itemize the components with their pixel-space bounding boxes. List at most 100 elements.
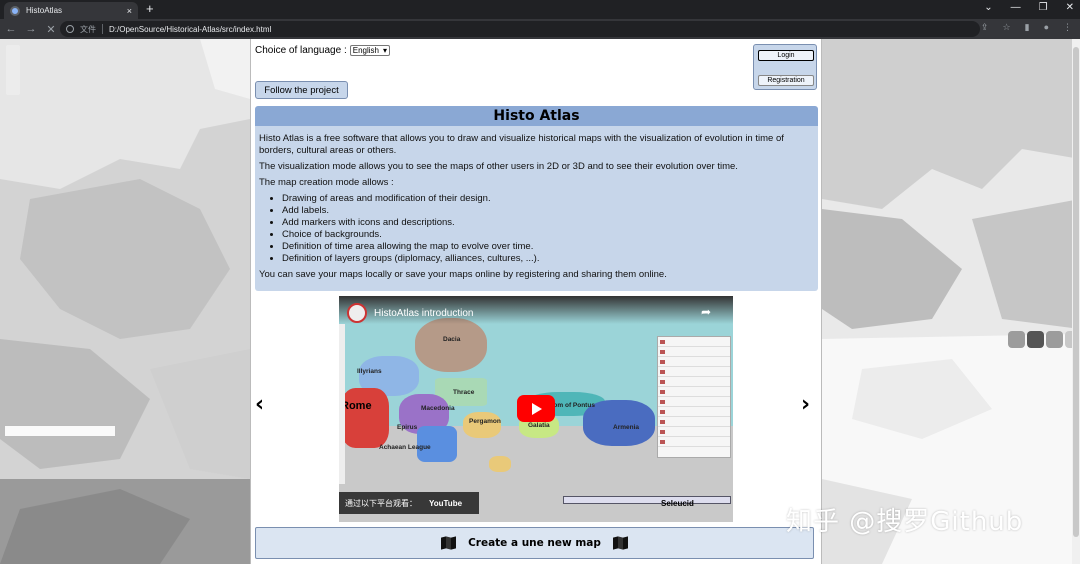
share-icon[interactable]: ➦ [701, 305, 711, 319]
toolbar-actions: ⇪ ☆ ▮ ● ⋮ [981, 22, 1072, 33]
back-arrow-icon[interactable]: ← [2, 23, 20, 35]
youtube-logo: YouTube [429, 498, 463, 508]
carousel-prev-arrow[interactable]: ‹ [255, 392, 264, 417]
layer-row [658, 337, 730, 347]
layer-row [658, 387, 730, 397]
url-text[interactable]: D:/OpenSource/Historical-Atlas/src/index… [109, 25, 271, 34]
watch-on-youtube-bar[interactable]: 通过以下平台观看： YouTube [339, 492, 479, 514]
feature-item: Choice of backgrounds. [282, 229, 814, 241]
chevron-down-icon: ▾ [382, 46, 387, 55]
page-title: Histo Atlas [493, 108, 580, 124]
layer-switcher [1008, 331, 1080, 348]
follow-project-button[interactable]: Follow the project [255, 81, 348, 99]
divider [102, 24, 103, 34]
play-button[interactable] [517, 395, 555, 422]
video-title[interactable]: HistoAtlas introduction [374, 308, 474, 319]
layer-button[interactable] [1027, 331, 1044, 348]
close-icon[interactable]: × [127, 6, 132, 16]
map-search-box[interactable] [4, 425, 116, 437]
browser-tabbar: HistoAtlas × + ⌄ — ❐ ✕ [0, 0, 1080, 19]
region-label: Macedonia [421, 405, 455, 412]
map-icon [612, 536, 628, 550]
save-note-text: You can save your maps locally or save y… [259, 269, 667, 280]
region-label: Armenia [613, 424, 640, 431]
region-label: Achaean League [379, 444, 431, 451]
region-label: Dacia [443, 336, 461, 343]
language-label: Choice of language : [255, 45, 347, 56]
layer-row [658, 407, 730, 417]
layer-row [658, 397, 730, 407]
address-bar[interactable]: 文件 D:/OpenSource/Historical-Atlas/src/in… [60, 21, 980, 37]
layer-row [658, 367, 730, 377]
layer-row [658, 427, 730, 437]
layer-row [658, 417, 730, 427]
map-terrain-right [822, 39, 1080, 564]
carousel-next-arrow[interactable]: › [801, 392, 810, 417]
intro-text: Histo Atlas is a free software that allo… [259, 133, 784, 156]
region-label: Galatia [528, 422, 550, 429]
tab-title: HistoAtlas [26, 6, 63, 15]
region-pergamon [463, 412, 501, 438]
scheme-label: 文件 [80, 24, 96, 34]
minimize-icon[interactable]: — [1011, 2, 1021, 13]
video-map-timeline [563, 496, 731, 504]
feature-item: Drawing of areas and modification of the… [282, 193, 814, 205]
channel-avatar[interactable] [347, 303, 367, 323]
menu-icon[interactable]: ⋮ [1063, 22, 1072, 33]
registration-button[interactable]: Registration [758, 75, 814, 86]
language-selected: English [352, 46, 379, 55]
feature-item: Definition of time area allowing the map… [282, 241, 814, 253]
feature-item: Add markers with icons and descriptions. [282, 217, 814, 229]
home-panel: Choice of language : English ▾ Follow th… [250, 39, 822, 564]
window-controls: ⌄ — ❐ ✕ [984, 2, 1074, 13]
watch-on-label: 通过以下平台观看： [345, 498, 417, 508]
side-panel-icon[interactable]: ▮ [1025, 22, 1030, 33]
region-label: Seleucid [661, 499, 694, 508]
video-map-toolbar [339, 324, 345, 484]
region-egypt-piece [489, 456, 511, 472]
page-scrollbar[interactable] [1072, 39, 1080, 564]
layer-button[interactable] [1008, 331, 1025, 348]
page-viewport: Choice of language : English ▾ Follow th… [0, 39, 1080, 564]
background-map-left[interactable] [0, 39, 250, 564]
create-map-button[interactable]: Create a une new map [255, 527, 814, 559]
scrollbar-thumb[interactable] [1073, 47, 1079, 537]
region-label: Rome [341, 400, 372, 412]
description-box: Histo Atlas is a free software that allo… [255, 126, 818, 291]
layer-row [658, 377, 730, 387]
login-button[interactable]: Login [758, 50, 814, 61]
layer-button[interactable] [1046, 331, 1063, 348]
creation-intro-text: The map creation mode allows : [259, 177, 394, 188]
profile-icon[interactable]: ● [1044, 22, 1049, 33]
feature-item: Add labels. [282, 205, 814, 217]
info-icon[interactable] [66, 25, 74, 33]
stop-loading-icon[interactable]: ✕ [42, 23, 60, 36]
layer-row [658, 347, 730, 357]
close-window-icon[interactable]: ✕ [1066, 2, 1074, 13]
feature-list: Drawing of areas and modification of the… [282, 193, 814, 265]
browser-tab[interactable]: HistoAtlas × [4, 2, 138, 19]
region-label: Illyrians [357, 368, 382, 375]
intro-video[interactable]: Dacia Illyrians Thrace Macedonia Rome Ep… [339, 296, 733, 522]
feature-item: Definition of layers groups (diplomacy, … [282, 253, 814, 265]
maximize-icon[interactable]: ❐ [1039, 2, 1048, 13]
region-label: Pergamon [469, 418, 501, 425]
language-select[interactable]: English ▾ [349, 45, 390, 56]
layer-row [658, 357, 730, 367]
chevron-down-icon[interactable]: ⌄ [984, 2, 992, 13]
forward-arrow-icon[interactable]: → [22, 23, 40, 35]
region-rome [341, 388, 389, 448]
region-dacia [415, 318, 487, 372]
map-terrain-left [0, 39, 250, 564]
language-picker: Choice of language : English ▾ [255, 45, 390, 56]
create-map-label: Create a une new map [468, 537, 601, 549]
map-zoom-control[interactable] [6, 45, 20, 95]
watermark-text: 知乎 @搜罗Github [786, 507, 1024, 537]
new-tab-button[interactable]: + [146, 1, 154, 16]
visualization-text: The visualization mode allows you to see… [259, 161, 738, 172]
map-icon [441, 536, 457, 550]
region-label: Epirus [397, 424, 418, 431]
share-icon[interactable]: ⇪ [981, 22, 989, 33]
background-map-right[interactable] [822, 39, 1080, 564]
star-icon[interactable]: ☆ [1003, 22, 1011, 33]
